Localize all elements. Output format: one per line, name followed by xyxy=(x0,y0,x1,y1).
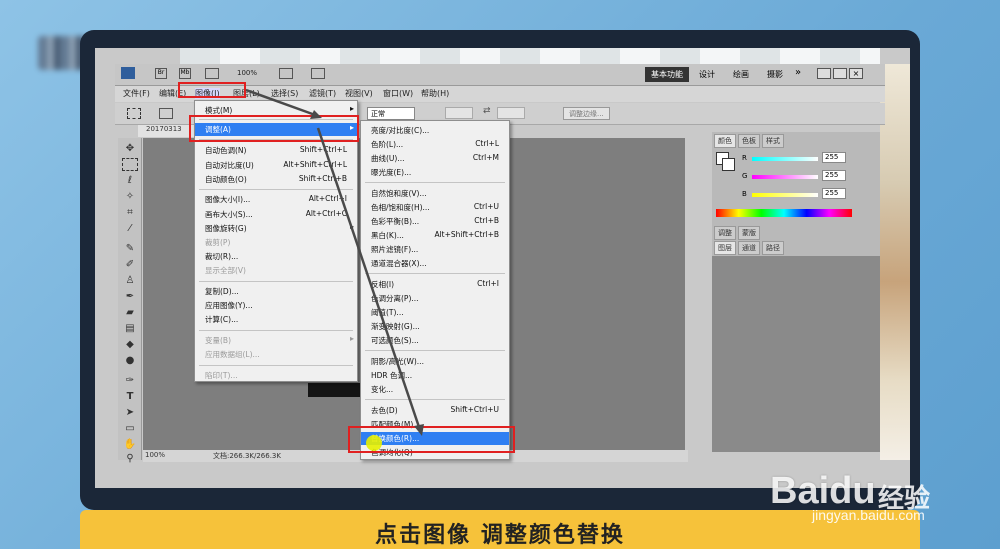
caption-text: 点击图像 调整颜色替换 xyxy=(375,523,625,548)
cursor-path-arrows xyxy=(245,88,424,436)
cursor-click-indicator xyxy=(366,435,382,451)
baidu-url: jingyan.baidu.com xyxy=(812,507,925,523)
